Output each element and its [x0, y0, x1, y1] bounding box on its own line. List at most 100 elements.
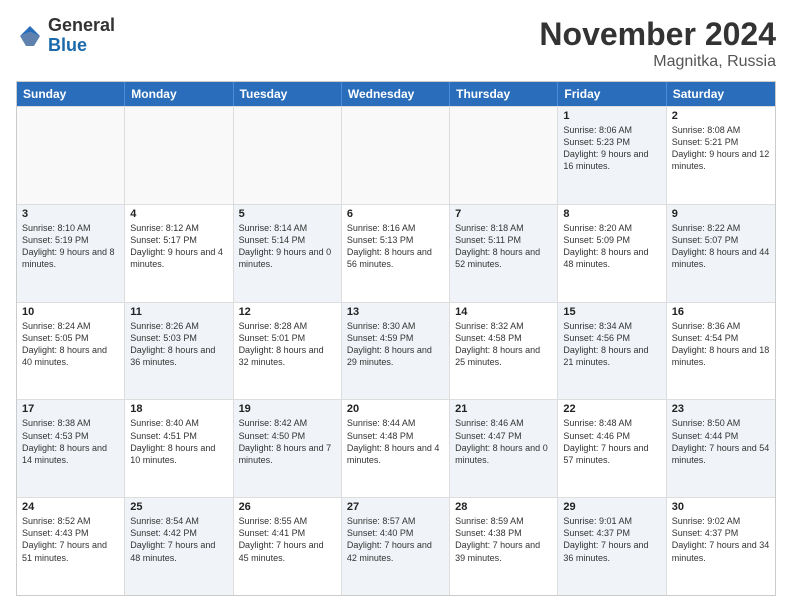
day-info: Sunrise: 8:55 AM Sunset: 4:41 PM Dayligh… — [239, 515, 336, 564]
day-info: Sunrise: 8:59 AM Sunset: 4:38 PM Dayligh… — [455, 515, 552, 564]
day-number: 19 — [239, 403, 336, 415]
day-number: 18 — [130, 403, 227, 415]
day-info: Sunrise: 8:32 AM Sunset: 4:58 PM Dayligh… — [455, 320, 552, 369]
day-info: Sunrise: 8:20 AM Sunset: 5:09 PM Dayligh… — [563, 222, 660, 271]
logo-icon — [16, 22, 44, 50]
day-number: 4 — [130, 208, 227, 220]
calendar-cell-23: 23 Sunrise: 8:50 AM Sunset: 4:44 PM Dayli… — [667, 400, 775, 497]
calendar-cell-6: 6Sunrise: 8:16 AM Sunset: 5:13 PM Daylig… — [342, 205, 450, 302]
calendar-cell-empty-0-3 — [342, 107, 450, 204]
day-info: Sunrise: 8:34 AM Sunset: 4:56 PM Dayligh… — [563, 320, 660, 369]
calendar-cell-3: 3Sunrise: 8:10 AM Sunset: 5:19 PM Daylig… — [17, 205, 125, 302]
calendar-body: 1 Sunrise: 8:06 AM Sunset: 5:23 PM Daylig… — [17, 106, 775, 595]
day-info: Sunrise: 8:08 AM Sunset: 5:21 PM Dayligh… — [672, 124, 770, 173]
calendar: SundayMondayTuesdayWednesdayThursdayFrid… — [16, 81, 776, 596]
day-number: 29 — [563, 501, 660, 513]
calendar-cell-14: 14Sunrise: 8:32 AM Sunset: 4:58 PM Dayli… — [450, 303, 558, 400]
calendar-cell-9: 9Sunrise: 8:22 AM Sunset: 5:07 PM Daylig… — [667, 205, 775, 302]
calendar-cell-22: 22Sunrise: 8:48 AM Sunset: 4:46 PM Dayli… — [558, 400, 666, 497]
day-number: 2 — [672, 110, 770, 122]
calendar-cell-20: 20Sunrise: 8:44 AM Sunset: 4:48 PM Dayli… — [342, 400, 450, 497]
calendar-cell-1: 1 Sunrise: 8:06 AM Sunset: 5:23 PM Daylig… — [558, 107, 666, 204]
day-info: Sunrise: 8:10 AM Sunset: 5:19 PM Dayligh… — [22, 222, 119, 271]
day-number: 27 — [347, 501, 444, 513]
weekday-header-monday: Monday — [125, 82, 233, 106]
weekday-header-saturday: Saturday — [667, 82, 775, 106]
day-number: 21 — [455, 403, 552, 415]
calendar-cell-empty-0-0 — [17, 107, 125, 204]
calendar-header: SundayMondayTuesdayWednesdayThursdayFrid… — [17, 82, 775, 106]
calendar-cell-16: 16 Sunrise: 8:36 AM Sunset: 4:54 PM Dayli… — [667, 303, 775, 400]
calendar-row-0: 1 Sunrise: 8:06 AM Sunset: 5:23 PM Daylig… — [17, 106, 775, 204]
calendar-cell-10: 10Sunrise: 8:24 AM Sunset: 5:05 PM Dayli… — [17, 303, 125, 400]
day-info: Sunrise: 8:14 AM Sunset: 5:14 PM Dayligh… — [239, 222, 336, 271]
day-number: 20 — [347, 403, 444, 415]
calendar-cell-5: 5Sunrise: 8:14 AM Sunset: 5:14 PM Daylig… — [234, 205, 342, 302]
calendar-cell-29: 29 Sunrise: 9:01 AM Sunset: 4:37 PM Dayli… — [558, 498, 666, 595]
day-number: 15 — [563, 306, 660, 318]
calendar-row-1: 3Sunrise: 8:10 AM Sunset: 5:19 PM Daylig… — [17, 204, 775, 302]
day-number: 16 — [672, 306, 770, 318]
calendar-cell-4: 4 Sunrise: 8:12 AM Sunset: 5:17 PM Daylig… — [125, 205, 233, 302]
day-number: 11 — [130, 306, 227, 318]
logo-blue-text: Blue — [48, 35, 87, 55]
calendar-cell-8: 8 Sunrise: 8:20 AM Sunset: 5:09 PM Daylig… — [558, 205, 666, 302]
calendar-cell-empty-0-2 — [234, 107, 342, 204]
calendar-page: General Blue November 2024 Magnitka, Rus… — [0, 0, 792, 612]
day-number: 6 — [347, 208, 444, 220]
calendar-cell-empty-0-4 — [450, 107, 558, 204]
logo: General Blue — [16, 16, 115, 56]
day-number: 24 — [22, 501, 119, 513]
day-info: Sunrise: 8:40 AM Sunset: 4:51 PM Dayligh… — [130, 417, 227, 466]
calendar-cell-21: 21Sunrise: 8:46 AM Sunset: 4:47 PM Dayli… — [450, 400, 558, 497]
calendar-cell-12: 12 Sunrise: 8:28 AM Sunset: 5:01 PM Dayli… — [234, 303, 342, 400]
calendar-row-2: 10Sunrise: 8:24 AM Sunset: 5:05 PM Dayli… — [17, 302, 775, 400]
calendar-cell-empty-0-1 — [125, 107, 233, 204]
month-title: November 2024 — [539, 16, 776, 53]
weekday-header-sunday: Sunday — [17, 82, 125, 106]
day-number: 23 — [672, 403, 770, 415]
weekday-header-wednesday: Wednesday — [342, 82, 450, 106]
weekday-header-thursday: Thursday — [450, 82, 558, 106]
day-number: 1 — [563, 110, 660, 122]
logo-general-text: General — [48, 15, 115, 35]
day-info: Sunrise: 9:01 AM Sunset: 4:37 PM Dayligh… — [563, 515, 660, 564]
calendar-cell-28: 28Sunrise: 8:59 AM Sunset: 4:38 PM Dayli… — [450, 498, 558, 595]
calendar-cell-13: 13 Sunrise: 8:30 AM Sunset: 4:59 PM Dayli… — [342, 303, 450, 400]
day-number: 12 — [239, 306, 336, 318]
day-info: Sunrise: 8:57 AM Sunset: 4:40 PM Dayligh… — [347, 515, 444, 564]
calendar-cell-24: 24 Sunrise: 8:52 AM Sunset: 4:43 PM Dayli… — [17, 498, 125, 595]
day-number: 26 — [239, 501, 336, 513]
day-number: 7 — [455, 208, 552, 220]
calendar-cell-17: 17Sunrise: 8:38 AM Sunset: 4:53 PM Dayli… — [17, 400, 125, 497]
calendar-cell-25: 25 Sunrise: 8:54 AM Sunset: 4:42 PM Dayli… — [125, 498, 233, 595]
title-block: November 2024 Magnitka, Russia — [539, 16, 776, 71]
day-number: 17 — [22, 403, 119, 415]
day-info: Sunrise: 8:12 AM Sunset: 5:17 PM Dayligh… — [130, 222, 227, 271]
day-info: Sunrise: 8:54 AM Sunset: 4:42 PM Dayligh… — [130, 515, 227, 564]
day-info: Sunrise: 8:36 AM Sunset: 4:54 PM Dayligh… — [672, 320, 770, 369]
day-info: Sunrise: 8:48 AM Sunset: 4:46 PM Dayligh… — [563, 417, 660, 466]
weekday-header-tuesday: Tuesday — [234, 82, 342, 106]
day-info: Sunrise: 8:42 AM Sunset: 4:50 PM Dayligh… — [239, 417, 336, 466]
day-info: Sunrise: 8:06 AM Sunset: 5:23 PM Dayligh… — [563, 124, 660, 173]
calendar-row-4: 24 Sunrise: 8:52 AM Sunset: 4:43 PM Dayli… — [17, 497, 775, 595]
day-info: Sunrise: 8:24 AM Sunset: 5:05 PM Dayligh… — [22, 320, 119, 369]
day-info: Sunrise: 8:30 AM Sunset: 4:59 PM Dayligh… — [347, 320, 444, 369]
day-number: 30 — [672, 501, 770, 513]
weekday-header-friday: Friday — [558, 82, 666, 106]
day-info: Sunrise: 9:02 AM Sunset: 4:37 PM Dayligh… — [672, 515, 770, 564]
day-number: 25 — [130, 501, 227, 513]
calendar-cell-15: 15 Sunrise: 8:34 AM Sunset: 4:56 PM Dayli… — [558, 303, 666, 400]
calendar-cell-7: 7Sunrise: 8:18 AM Sunset: 5:11 PM Daylig… — [450, 205, 558, 302]
day-number: 13 — [347, 306, 444, 318]
header: General Blue November 2024 Magnitka, Rus… — [16, 16, 776, 71]
day-number: 8 — [563, 208, 660, 220]
day-info: Sunrise: 8:28 AM Sunset: 5:01 PM Dayligh… — [239, 320, 336, 369]
day-info: Sunrise: 8:52 AM Sunset: 4:43 PM Dayligh… — [22, 515, 119, 564]
calendar-cell-19: 19 Sunrise: 8:42 AM Sunset: 4:50 PM Dayli… — [234, 400, 342, 497]
day-info: Sunrise: 8:50 AM Sunset: 4:44 PM Dayligh… — [672, 417, 770, 466]
day-number: 9 — [672, 208, 770, 220]
calendar-cell-30: 30 Sunrise: 9:02 AM Sunset: 4:37 PM Dayli… — [667, 498, 775, 595]
day-info: Sunrise: 8:26 AM Sunset: 5:03 PM Dayligh… — [130, 320, 227, 369]
